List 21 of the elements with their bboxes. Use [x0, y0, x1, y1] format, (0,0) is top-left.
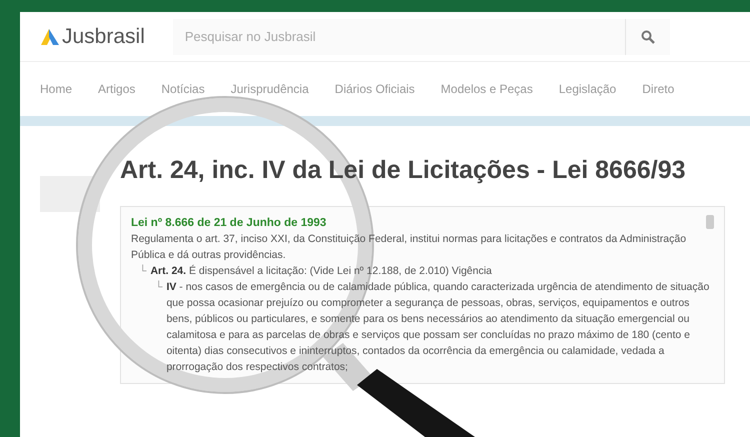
tree-marker: └ — [155, 280, 162, 294]
page-title: Art. 24, inc. IV da Lei de Licitações - Lei 8666/93 — [120, 155, 687, 186]
nav-link[interactable]: Diários Oficiais — [334, 80, 415, 98]
logo-text: Jusbrasil — [62, 24, 145, 50]
nav-link[interactable]: Artigos — [98, 80, 136, 98]
law-link[interactable]: Lei nº 8.666 de 21 de Junho de 1993 — [131, 214, 326, 230]
nav-link[interactable]: Jurisprudência — [230, 80, 309, 98]
search-icon — [641, 30, 655, 44]
item-text: IV - nos casos de emergência ou de calamidade pública, quando caracterizada urgência de atendimento de situação que possa ocasionar prejuízo ou comprometer a segurança de pessoas, obras, serviços, equipamentos e outros bens, públicos ou particulares, e somente para os bens necessários ao atendimento da situação emergencial ou calamitosa e para as parcelas de obras e serviços que possam ser concluídas no prazo máximo de 180 (cento e oitenta) dias consecutivos e ininterruptos, contados da ocorrência da emergência ou calamidade, vedada a prorrogação dos respectivos contratos; — [166, 280, 710, 374]
law-summary: Regulamenta o art. 37, inciso XXI, da Constituição Federal, institui normas para licitações e contratos da Administração Pública e dá outras providências. — [131, 232, 688, 262]
bookmark-icon — [706, 214, 714, 228]
article-text: Art. 24. É dispensável a licitação: (Vide Lei nº 12.188, de 2.010) Vigência — [150, 264, 492, 278]
nav-link[interactable]: Modelos e Peças — [440, 80, 533, 98]
nav-link[interactable]: Direto — [642, 80, 674, 98]
tree-marker: └ — [139, 264, 146, 278]
search-field[interactable]: Pesquisar no Jusbrasil — [172, 18, 625, 54]
logo-icon — [40, 28, 60, 46]
search-button[interactable] — [626, 18, 670, 54]
nav-link[interactable]: Legislação — [558, 80, 616, 98]
nav-link[interactable]: Home — [40, 80, 72, 98]
nav-link[interactable]: Notícias — [161, 80, 205, 98]
